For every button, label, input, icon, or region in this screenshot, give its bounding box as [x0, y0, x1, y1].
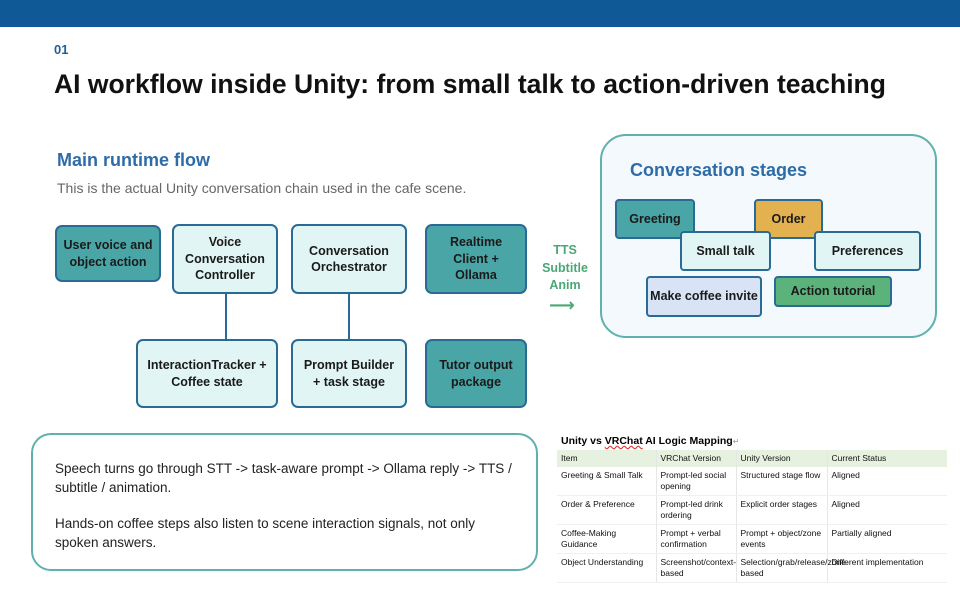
- mapping-table-header: Item VRChat Version Unity Version Curren…: [557, 450, 947, 467]
- table-cell: Partially aligned: [827, 524, 947, 554]
- note-speech-turns: Speech turns go through STT -> task-awar…: [55, 461, 512, 495]
- node-voice-controller-label: Voice Conversation Controller: [185, 235, 265, 283]
- node-user-voice: User voice and object action: [55, 225, 161, 282]
- table-cell: Aligned: [827, 467, 947, 496]
- node-interaction-tracker: InteractionTracker + Coffee state: [136, 339, 278, 408]
- table-cell: Coffee-Making Guidance: [557, 524, 657, 554]
- stage-order-label: Order: [771, 211, 806, 226]
- table-cell: Selection/grab/release/zone-based: [736, 553, 849, 583]
- stage-small-talk-label: Small talk: [696, 243, 755, 258]
- header-unity: Unity Version: [736, 450, 828, 467]
- node-tutor-output: Tutor output package: [425, 339, 527, 408]
- table-cell: Aligned: [827, 495, 947, 525]
- slide-number: 01: [54, 42, 69, 57]
- stage-action-tutorial-label: Action tutorial: [790, 284, 876, 298]
- mapping-table: Item VRChat Version Unity Version Curren…: [557, 450, 947, 583]
- mapping-title-vrchat: VRChat: [604, 435, 643, 447]
- header-status: Current Status: [827, 450, 947, 467]
- stage-make-coffee-invite: Make coffee invite: [646, 276, 762, 317]
- table-row: Order & Preference Prompt-led drink orde…: [557, 495, 947, 525]
- node-prompt-builder: Prompt Builder + task stage: [291, 339, 407, 408]
- stage-greeting-label: Greeting: [629, 211, 681, 226]
- note-hands-on: Hands-on coffee steps also listen to sce…: [55, 516, 475, 550]
- table-cell: Prompt-led social opening: [656, 467, 737, 496]
- node-orchestrator: Conversation Orchestrator: [291, 224, 407, 294]
- paragraph-mark-icon: ↵: [732, 437, 740, 446]
- node-prompt-builder-label: Prompt Builder + task stage: [303, 358, 395, 389]
- node-tutor-output-label: Tutor output package: [439, 358, 513, 389]
- slide-title: AI workflow inside Unity: from small tal…: [54, 69, 886, 99]
- tts-subtitle-anim-label: TTS Subtitle Anim: [542, 243, 588, 292]
- table-cell: Prompt + verbal confirmation: [656, 524, 737, 554]
- table-cell: Greeting & Small Talk: [557, 467, 657, 496]
- table-cell: Screenshot/context-based: [656, 553, 737, 583]
- arrow-right-icon: ⟶: [549, 295, 575, 315]
- table-row: Greeting & Small Talk Prompt-led social …: [557, 467, 947, 496]
- stage-small-talk: Small talk: [680, 231, 771, 271]
- table-cell: Structured stage flow: [736, 467, 828, 496]
- mapping-table-title: Unity vs VRChat AI Logic Mapping↵: [561, 435, 739, 447]
- connector-orchestrator-builder: [348, 292, 350, 340]
- stage-preferences: Preferences: [814, 231, 921, 271]
- flow-subtitle: This is the actual Unity conversation ch…: [57, 180, 467, 196]
- mapping-title-part1: Unity vs: [561, 435, 605, 447]
- table-cell: Object Understanding: [557, 553, 657, 583]
- table-cell: Different implementation: [827, 553, 947, 583]
- stage-preferences-label: Preferences: [831, 243, 904, 258]
- table-row: Coffee-Making Guidance Prompt + verbal c…: [557, 524, 947, 554]
- node-interaction-tracker-label: InteractionTracker + Coffee state: [147, 358, 267, 389]
- table-cell: Prompt + object/zone events: [736, 524, 828, 554]
- stage-action-tutorial: Action tutorial: [774, 276, 892, 307]
- header-item: Item: [557, 450, 657, 467]
- node-user-voice-label: User voice and object action: [63, 238, 153, 269]
- stage-make-coffee-invite-label: Make coffee invite: [650, 289, 758, 303]
- table-cell: Explicit order stages: [736, 495, 828, 525]
- mapping-title-part2: AI Logic Mapping: [642, 435, 733, 447]
- node-realtime-client: Realtime Client + Ollama: [425, 224, 527, 294]
- table-row: Object Understanding Screenshot/context-…: [557, 553, 947, 583]
- header-vrchat: VRChat Version: [656, 450, 737, 467]
- node-orchestrator-label: Conversation Orchestrator: [309, 243, 389, 275]
- pipeline-note: Speech turns go through STT -> task-awar…: [31, 433, 538, 571]
- node-voice-controller: Voice Conversation Controller: [172, 224, 278, 294]
- flow-title: Main runtime flow: [57, 150, 210, 170]
- node-realtime-client-label: Realtime Client + Ollama: [449, 235, 503, 283]
- connector-controller-tracker: [225, 292, 227, 340]
- table-cell: Prompt-led drink ordering: [656, 495, 737, 525]
- top-banner: [0, 0, 960, 27]
- table-cell: Order & Preference: [557, 495, 657, 525]
- stages-title: Conversation stages: [630, 160, 808, 180]
- mapping-table-snapshot: Unity vs VRChat AI Logic Mapping↵ Item V…: [557, 432, 947, 583]
